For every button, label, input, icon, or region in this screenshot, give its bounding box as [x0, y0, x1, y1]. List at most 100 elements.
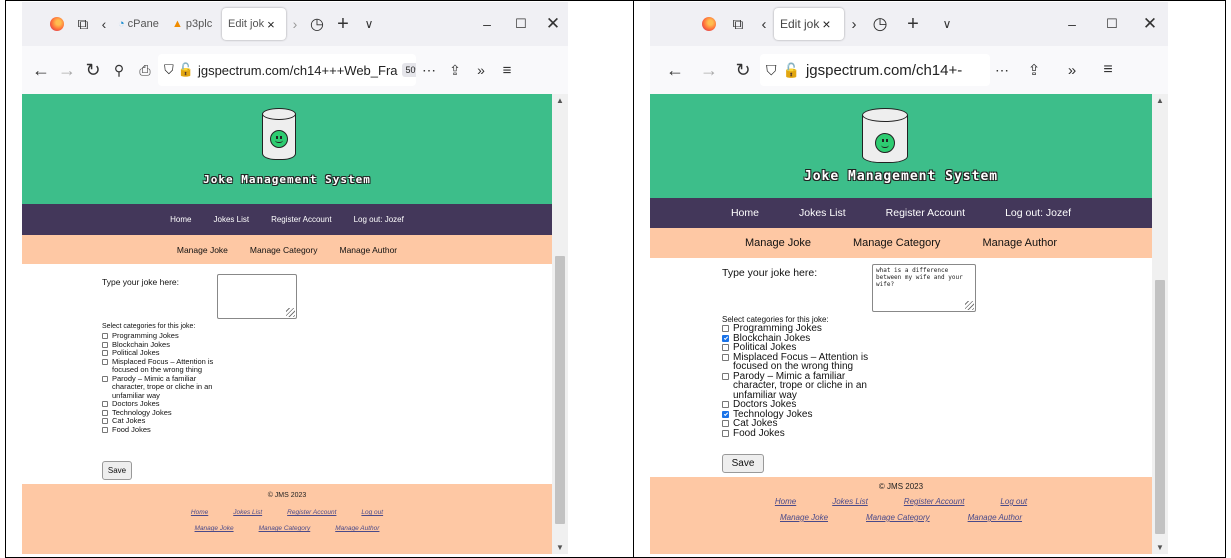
scrollbar-thumb[interactable] [1155, 280, 1165, 534]
tab-edit-joke[interactable]: Edit jok × [774, 8, 844, 40]
category-checkbox[interactable] [102, 350, 108, 356]
tab-p3plc[interactable]: ▲ p3plc [166, 8, 222, 40]
history-icon[interactable]: ◷ [304, 10, 330, 38]
overflow-icon[interactable]: » [1054, 56, 1090, 84]
resize-grip-icon[interactable] [965, 301, 974, 310]
joke-textarea[interactable] [217, 274, 297, 319]
scrollbar-thumb[interactable] [555, 256, 565, 524]
category-checkbox[interactable] [102, 426, 108, 433]
footer-link[interactable]: Jokes List [233, 509, 262, 516]
history-icon[interactable]: ◷ [864, 10, 896, 38]
address-bar[interactable]: ⛉ 🔓 jgspectrum.com/ch14+- [760, 54, 990, 86]
category-checkbox[interactable] [722, 401, 729, 408]
more-actions-icon[interactable]: ⋯ [990, 56, 1014, 84]
tab-overview-icon[interactable]: ⧉ [70, 10, 96, 38]
reader-icon[interactable]: ⎙ [132, 56, 158, 84]
joke-textarea[interactable]: what is a difference between my wife and… [872, 264, 976, 312]
nav-jokes-list[interactable]: Jokes List [799, 207, 846, 219]
close-window-icon[interactable]: ✕ [538, 10, 568, 38]
scroll-tabs-right-icon[interactable]: › [844, 10, 864, 38]
footer-link[interactable]: Home [191, 509, 208, 516]
category-checkbox[interactable] [722, 353, 729, 361]
category-checkbox[interactable] [102, 358, 108, 365]
forward-icon[interactable]: → [692, 56, 726, 84]
nav-home[interactable]: Home [731, 207, 759, 219]
scrollbar[interactable]: ▲ ▼ [1152, 94, 1168, 554]
category-checkbox[interactable] [722, 429, 729, 437]
overflow-icon[interactable]: » [468, 56, 494, 84]
category-checkbox[interactable] [722, 325, 729, 332]
reload-icon[interactable]: ↻ [80, 56, 106, 84]
new-tab-icon[interactable]: + [896, 10, 930, 38]
subnav-manage-category[interactable]: Manage Category [853, 237, 940, 249]
nav-jokes-list[interactable]: Jokes List [214, 215, 250, 224]
category-checkbox[interactable] [102, 418, 108, 424]
footer-link[interactable]: Home [775, 497, 796, 506]
extension-icon[interactable]: ⚲ [106, 56, 132, 84]
category-checkbox[interactable] [722, 420, 729, 427]
scroll-up-icon[interactable]: ▲ [552, 96, 568, 105]
scroll-tabs-left-icon[interactable]: ‹ [96, 10, 112, 38]
nav-register-account[interactable]: Register Account [886, 207, 965, 219]
list-tabs-chevron-down-icon[interactable]: ∨ [930, 10, 964, 38]
address-bar[interactable]: ⛉ 🔓 jgspectrum.com/ch14+++Web_Fra 50% [158, 54, 416, 86]
footer-link[interactable]: Jokes List [832, 497, 868, 506]
nav-logout[interactable]: Log out: Jozef [354, 215, 404, 224]
zoom-level[interactable]: 50% [401, 63, 416, 77]
menu-icon[interactable]: ≡ [494, 56, 520, 84]
category-checkbox[interactable] [722, 334, 729, 342]
footer-link[interactable]: Manage Author [335, 525, 379, 532]
scroll-up-icon[interactable]: ▲ [1152, 96, 1168, 105]
reload-icon[interactable]: ↻ [726, 56, 760, 84]
category-checkbox[interactable] [722, 372, 729, 380]
category-checkbox[interactable] [102, 401, 108, 407]
subnav-manage-author[interactable]: Manage Author [982, 237, 1057, 249]
footer-link[interactable]: Manage Category [866, 513, 930, 522]
save-button[interactable]: Save [102, 461, 132, 480]
more-actions-icon[interactable]: ⋯ [416, 56, 442, 84]
subnav-manage-author[interactable]: Manage Author [339, 245, 397, 255]
back-icon[interactable]: ← [28, 56, 54, 84]
maximize-icon[interactable]: ☐ [1092, 10, 1132, 38]
firefox-icon[interactable] [44, 10, 70, 38]
scroll-down-icon[interactable]: ▼ [552, 543, 568, 552]
tab-overview-icon[interactable]: ⧉ [722, 10, 754, 38]
forward-icon[interactable]: → [54, 56, 80, 84]
footer-link[interactable]: Manage Joke [780, 513, 828, 522]
subnav-manage-joke[interactable]: Manage Joke [745, 237, 811, 249]
footer-link[interactable]: Manage Author [968, 513, 1022, 522]
scroll-down-icon[interactable]: ▼ [1152, 543, 1168, 552]
category-checkbox[interactable] [102, 341, 108, 348]
footer-link[interactable]: Register Account [904, 497, 965, 506]
scrollbar[interactable]: ▲ ▼ [552, 94, 568, 554]
footer-link[interactable]: Log out [1000, 497, 1027, 506]
scroll-tabs-right-icon[interactable]: › [286, 10, 304, 38]
footer-link[interactable]: Manage Category [259, 525, 311, 532]
footer-link[interactable]: Log out [361, 509, 383, 516]
minimize-icon[interactable]: – [470, 10, 504, 38]
menu-icon[interactable]: ≡ [1090, 56, 1126, 84]
maximize-icon[interactable]: ☐ [504, 10, 538, 38]
nav-logout[interactable]: Log out: Jozef [1005, 207, 1071, 219]
footer-link[interactable]: Manage Joke [195, 525, 234, 532]
subnav-manage-joke[interactable]: Manage Joke [177, 245, 228, 255]
save-button[interactable]: Save [722, 454, 764, 473]
share-icon[interactable]: ⇪ [1014, 56, 1054, 84]
back-icon[interactable]: ← [658, 56, 692, 84]
close-tab-icon[interactable]: × [267, 17, 275, 32]
new-tab-icon[interactable]: + [330, 10, 356, 38]
list-tabs-chevron-down-icon[interactable]: ∨ [356, 10, 382, 38]
nav-home[interactable]: Home [170, 215, 191, 224]
nav-register-account[interactable]: Register Account [271, 215, 331, 224]
close-window-icon[interactable]: ✕ [1132, 10, 1168, 38]
tab-cpanel[interactable]: ◔ cPane [112, 8, 166, 40]
footer-link[interactable]: Register Account [287, 509, 336, 516]
category-checkbox[interactable] [102, 375, 108, 382]
category-checkbox[interactable] [102, 409, 108, 416]
tab-edit-joke[interactable]: Edit jok × [222, 8, 286, 40]
category-checkbox[interactable] [722, 344, 729, 351]
minimize-icon[interactable]: – [1052, 10, 1092, 38]
close-tab-icon[interactable]: × [822, 16, 830, 32]
share-icon[interactable]: ⇪ [442, 56, 468, 84]
category-checkbox[interactable] [722, 410, 729, 418]
